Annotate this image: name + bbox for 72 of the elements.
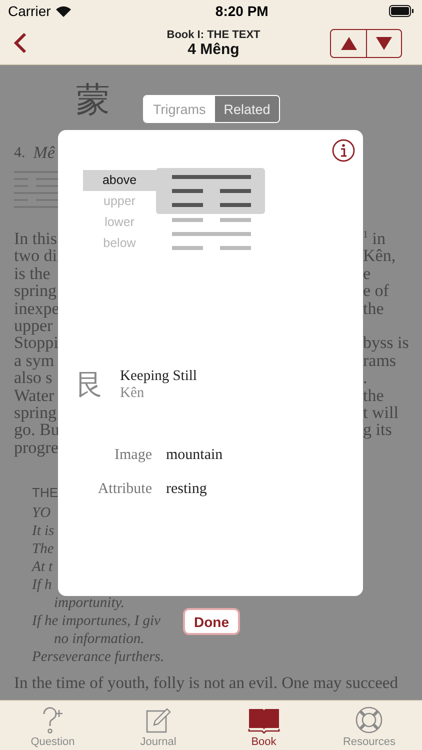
- fact-label: Image: [114, 446, 152, 464]
- body-text: Stoppi: [14, 333, 58, 352]
- verse-line: The: [32, 540, 54, 558]
- carrier-label: Carrier: [8, 3, 51, 19]
- verse-line: It is: [32, 522, 54, 540]
- body-text: In the time of youth, folly is not an evil. One may succeed: [14, 674, 398, 692]
- verse-title: THE: [32, 484, 58, 502]
- fact-label: Attribute: [96, 480, 152, 498]
- body-text: inexpe: [14, 298, 60, 318]
- body-text: rams: [363, 350, 396, 370]
- body-text: the: [363, 386, 384, 405]
- book-subtitle: Book I: THE TEXT: [166, 28, 260, 40]
- verse-line: If he importunes, I giv: [32, 612, 160, 630]
- body-text: g its: [363, 420, 392, 440]
- body-text: .: [363, 368, 368, 388]
- body-text: Kên,: [363, 246, 396, 266]
- chapter-title: 4 Mêng: [188, 40, 240, 58]
- battery-icon: [388, 5, 414, 17]
- body-text: e: [363, 264, 371, 283]
- position-option[interactable]: lower: [83, 212, 156, 233]
- trigram-name: Keeping Still: [120, 368, 197, 385]
- heading-number: 4.: [14, 144, 26, 163]
- lifebuoy-icon: [355, 706, 384, 734]
- body-text: $^{1}$ in: [363, 229, 386, 248]
- segment-tab[interactable]: Related: [214, 96, 280, 122]
- body-text: spring: [14, 281, 56, 300]
- body-text: a sym: [14, 350, 54, 370]
- info-icon[interactable]: [332, 139, 355, 162]
- verse-line: no information.: [54, 630, 144, 648]
- triangle-up-icon: [340, 36, 356, 50]
- position-option[interactable]: upper: [83, 191, 156, 212]
- body-text: the: [363, 298, 384, 318]
- book-icon: [248, 706, 280, 734]
- verse-line: YO: [32, 504, 51, 522]
- pencil-paper-icon: [145, 706, 172, 734]
- verse-line: If h: [32, 576, 52, 594]
- position-option[interactable]: below: [83, 233, 156, 254]
- body-text: In this: [14, 229, 57, 248]
- body-text: is the: [14, 264, 50, 283]
- tab-bar-item[interactable]: Resources: [316, 701, 422, 750]
- body-text: byss is: [363, 333, 409, 352]
- fact-value: resting: [166, 480, 208, 498]
- verse-line: At t: [32, 558, 53, 576]
- body-text: Water: [14, 386, 54, 405]
- segment-tab[interactable]: Trigrams: [144, 96, 215, 122]
- done-button[interactable]: Done: [183, 608, 240, 635]
- body-text: go. Bu: [14, 420, 60, 440]
- hexagram-glyph: 蒙: [76, 81, 110, 121]
- body-text: also s: [14, 368, 52, 388]
- chevron-left-icon: [14, 32, 27, 54]
- body-text: progre: [14, 438, 58, 457]
- body-text: spring: [14, 403, 56, 422]
- trigram-romanization: Kên: [120, 385, 146, 402]
- body-text: t will: [363, 403, 398, 422]
- tab-bar-item[interactable]: Question: [0, 701, 106, 750]
- tab-bar-item[interactable]: Journal: [106, 701, 211, 750]
- tab-bar-item[interactable]: Book: [211, 701, 316, 750]
- heading-title: Mê: [33, 143, 55, 163]
- verse-line: Perseverance furthers.: [32, 648, 164, 666]
- back-button[interactable]: [14, 32, 27, 54]
- verse-line: importunity.: [54, 594, 124, 612]
- body-text: upper: [14, 316, 53, 336]
- hexagram-icon: [14, 170, 59, 210]
- trigram-glyph: 艮: [76, 369, 104, 403]
- fact-value: mountain: [166, 446, 224, 464]
- body-text: e of: [363, 281, 389, 300]
- clock-time: 8:20 PM: [215, 3, 268, 19]
- position-option[interactable]: above: [83, 170, 156, 191]
- triangle-down-icon: [376, 36, 392, 50]
- trigram-drawing[interactable]: [156, 168, 265, 214]
- body-text: two di: [14, 246, 57, 266]
- wifi-icon: [56, 6, 71, 16]
